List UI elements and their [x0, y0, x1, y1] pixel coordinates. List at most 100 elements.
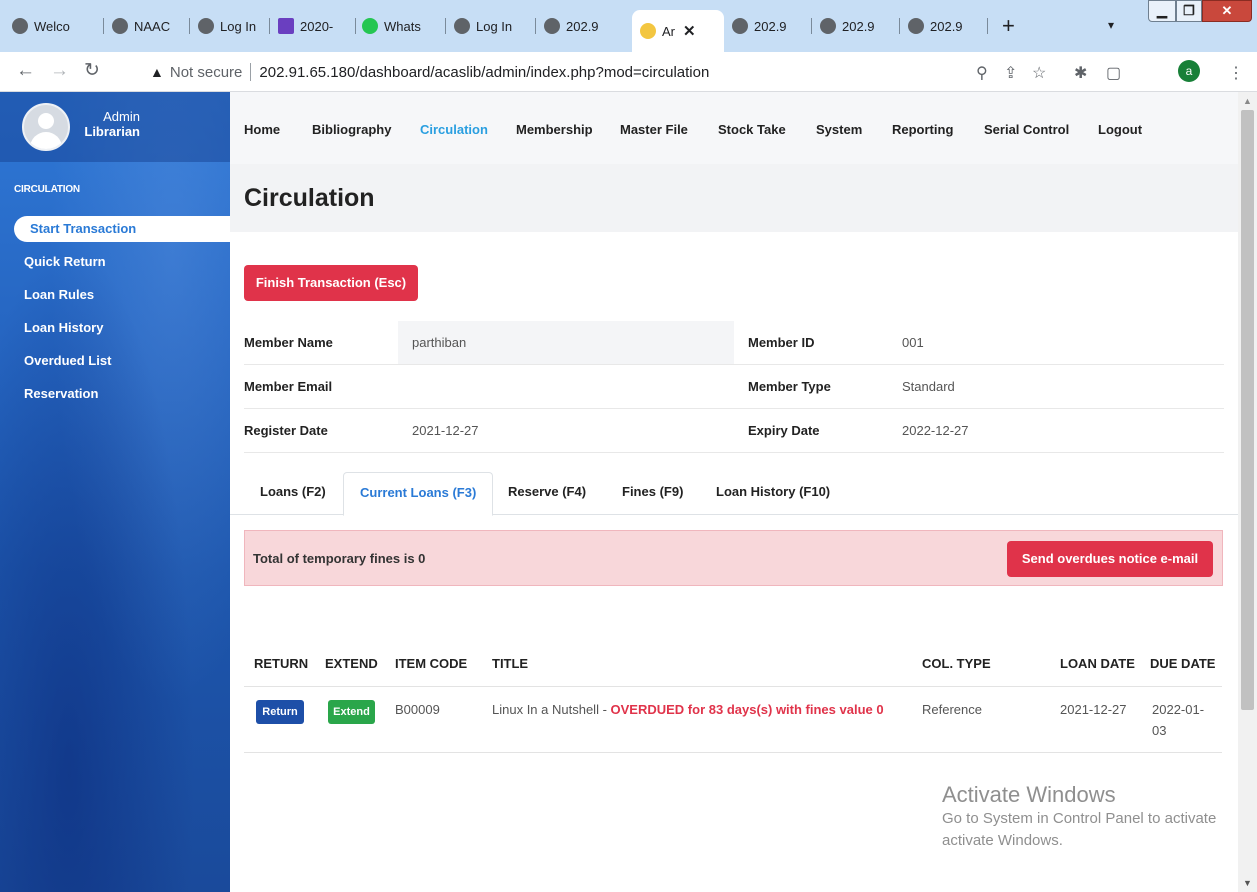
browser-tab-title: Ar	[662, 23, 675, 39]
tab-current-loans[interactable]: Current Loans (F3)	[343, 472, 494, 516]
browser-tab-strip: Welco NAAC Log In 2020- Whats Log In 202…	[0, 0, 1257, 52]
column-header: COL. TYPE	[922, 656, 991, 671]
reload-icon[interactable]: ↻	[84, 61, 100, 81]
browser-tab-title: NAAC	[134, 18, 171, 34]
maximize-window-button[interactable]: ❐	[1176, 0, 1202, 22]
browser-tab-title: 202.9	[930, 18, 963, 34]
send-overdue-notice-button[interactable]: Send overdues notice e-mail	[1007, 541, 1213, 577]
vertical-scrollbar[interactable]: ▲ ▼	[1238, 92, 1257, 892]
tab-reserve[interactable]: Reserve (F4)	[492, 472, 602, 515]
nav-reporting[interactable]: Reporting	[892, 122, 953, 137]
address-bar[interactable]: ▲ Not secure 202.91.65.180/dashboard/aca…	[150, 56, 1090, 88]
nav-home[interactable]: Home	[244, 122, 280, 137]
browser-tab[interactable]: 202.9	[820, 12, 900, 40]
whatsapp-icon	[362, 18, 378, 34]
column-header: RETURN	[254, 656, 309, 671]
globe-icon	[112, 18, 128, 34]
scroll-thumb[interactable]	[1241, 110, 1254, 710]
fines-alert-text: Total of temporary fines is 0	[253, 551, 426, 566]
new-tab-plus-icon[interactable]: +	[1002, 15, 1015, 37]
tab-loans[interactable]: Loans (F2)	[244, 472, 342, 515]
due-date-continued: 03	[1152, 723, 1167, 738]
nav-system[interactable]: System	[816, 122, 862, 137]
circulation-tabs: Loans (F2) Current Loans (F3) Reserve (F…	[230, 472, 1238, 516]
top-navigation: Home Bibliography Circulation Membership…	[230, 92, 1238, 164]
browser-tab[interactable]: 202.9	[544, 12, 626, 40]
side-panel-icon[interactable]: ▢	[1106, 63, 1121, 83]
tab-fines[interactable]: Fines (F9)	[606, 472, 699, 515]
scroll-down-arrow-icon[interactable]: ▼	[1243, 878, 1252, 888]
close-window-button[interactable]: ✕	[1202, 0, 1252, 22]
browser-tab[interactable]: 2020-	[278, 12, 356, 40]
sidebar-item-quick-return[interactable]: Quick Return	[0, 249, 230, 275]
column-header: DUE DATE	[1150, 656, 1216, 671]
loan-date: 2021-12-27	[1060, 702, 1127, 717]
main-content: Home Bibliography Circulation Membership…	[230, 92, 1238, 892]
browser-tab[interactable]: Welco	[12, 12, 104, 40]
sidebar-section-title: CIRCULATION	[14, 184, 80, 195]
nav-master-file[interactable]: Master File	[620, 122, 688, 137]
user-title: Librarian	[84, 124, 140, 139]
minimize-window-button[interactable]: ▁	[1148, 0, 1176, 22]
return-button[interactable]: Return	[256, 700, 304, 724]
page-title: Circulation	[244, 184, 375, 212]
chevron-down-icon[interactable]: ▾	[1108, 18, 1114, 32]
avatar	[22, 103, 70, 151]
nav-serial-control[interactable]: Serial Control	[984, 122, 1069, 137]
nav-circulation[interactable]: Circulation	[420, 122, 488, 137]
register-date-value: 2021-12-27	[412, 423, 479, 438]
nav-logout[interactable]: Logout	[1098, 122, 1142, 137]
sidebar-item-overdued-list[interactable]: Overdued List	[0, 348, 230, 374]
nav-stock-take[interactable]: Stock Take	[718, 122, 786, 137]
extensions-icon[interactable]: ✱	[1074, 63, 1087, 83]
sidebar-item-start-transaction[interactable]: Start Transaction	[14, 216, 230, 242]
collection-type: Reference	[922, 702, 982, 717]
profile-avatar[interactable]: a	[1178, 60, 1200, 82]
menu-dots-icon[interactable]: ⋮	[1228, 63, 1244, 83]
back-arrow-icon[interactable]: ←	[16, 61, 35, 81]
member-type-label: Member Type	[748, 379, 831, 394]
close-icon[interactable]: ✕	[683, 22, 696, 40]
member-info-row: Register Date 2021-12-27 Expiry Date 202…	[244, 409, 1224, 453]
globe-icon	[198, 18, 214, 34]
member-id-value: 001	[902, 335, 924, 350]
tab-loan-history[interactable]: Loan History (F10)	[700, 472, 846, 515]
share-icon[interactable]: ⇪	[1004, 63, 1017, 83]
bookmark-star-icon[interactable]: ☆	[1032, 63, 1046, 83]
watermark-line1: Activate Windows	[942, 782, 1116, 807]
browser-tab[interactable]: Log In	[454, 12, 536, 40]
nav-bibliography[interactable]: Bibliography	[312, 122, 391, 137]
browser-tab[interactable]: Log In	[198, 12, 270, 40]
globe-icon	[908, 18, 924, 34]
warning-icon: ▲	[150, 64, 164, 80]
sidebar-item-loan-history[interactable]: Loan History	[0, 315, 230, 341]
browser-tab[interactable]: NAAC	[112, 12, 190, 40]
zoom-icon[interactable]: ⚲	[976, 63, 988, 83]
nav-membership[interactable]: Membership	[516, 122, 593, 137]
browser-tab[interactable]: 202.9	[908, 12, 988, 40]
user-role: Admin	[103, 109, 140, 124]
browser-tab[interactable]: 202.9	[732, 12, 812, 40]
browser-tab-title: Whats	[384, 18, 421, 34]
item-title: Linux In a Nutshell - OVERDUED for 83 da…	[492, 702, 884, 717]
browser-tab-active[interactable]: Ar ✕	[632, 10, 724, 52]
browser-tab[interactable]: Whats	[362, 12, 446, 40]
extend-button[interactable]: Extend	[328, 700, 375, 724]
url-text: 202.91.65.180/dashboard/acaslib/admin/in…	[259, 63, 710, 81]
sidebar-item-loan-rules[interactable]: Loan Rules	[0, 282, 230, 308]
column-header: TITLE	[492, 656, 529, 671]
watermark-line3: activate Windows.	[942, 832, 1063, 849]
register-date-label: Register Date	[244, 423, 328, 438]
item-title-text: Linux In a Nutshell -	[492, 702, 611, 717]
title-band	[230, 164, 1238, 232]
sidebar-item-reservation[interactable]: Reservation	[0, 381, 230, 407]
security-label: Not secure	[169, 63, 243, 81]
member-type-value: Standard	[902, 379, 955, 394]
finish-transaction-button[interactable]: Finish Transaction (Esc)	[244, 265, 418, 301]
browser-toolbar: ← → ↻ ▲ Not secure 202.91.65.180/dashboa…	[0, 52, 1257, 92]
scroll-up-arrow-icon[interactable]: ▲	[1243, 96, 1252, 106]
smile-icon	[640, 23, 656, 39]
globe-icon	[732, 18, 748, 34]
forward-arrow-icon[interactable]: →	[50, 61, 69, 81]
browser-tab-title: Log In	[476, 18, 513, 34]
